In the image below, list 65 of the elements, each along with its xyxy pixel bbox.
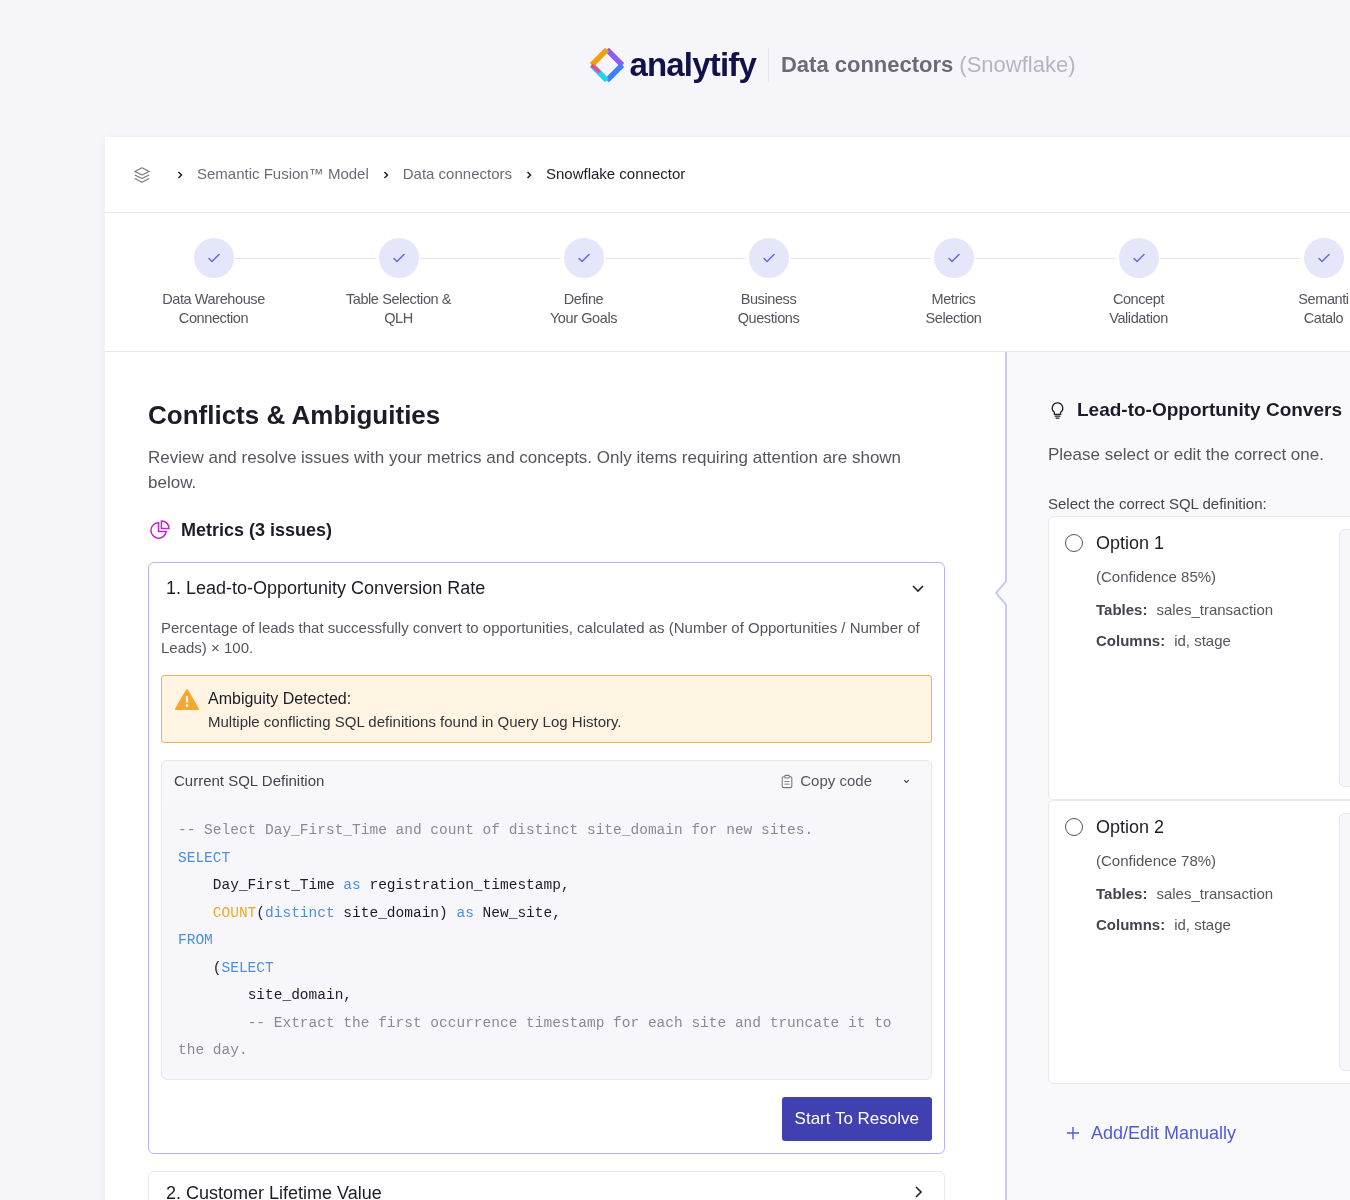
step-label: Your Goals — [549, 309, 618, 328]
page-title: Data connectors — [780, 51, 954, 79]
step-label: Questions — [737, 309, 800, 328]
code-line: FROM — [178, 931, 214, 950]
brand-name: analytify — [629, 44, 756, 85]
breadcrumb-link[interactable]: Semantic Fusion™ Model — [197, 163, 369, 186]
metric-title: 2. Customer Lifetime Value — [166, 1183, 382, 1200]
option-card[interactable]: Option 1 (Confidence 85%) Tables: sales_transaction Columns: id, stage — [1048, 515, 1350, 800]
section-description: Review and resolve issues with your metrics and concepts. Only items requiring attention are shown below. — [148, 447, 903, 494]
option-confidence: (Confidence 85%) — [1096, 566, 1218, 587]
step-label: Business — [740, 290, 797, 309]
step-label: Define — [563, 290, 604, 309]
field-value: sales_transaction — [1156, 884, 1274, 904]
logo-icon — [589, 46, 626, 83]
breadcrumb-link[interactable]: Snowflake connector — [546, 163, 686, 186]
step-label: Concept — [1112, 290, 1165, 309]
layers-icon — [133, 165, 151, 184]
step-label: Semanti — [1298, 290, 1349, 309]
option-title: Option 2 — [1096, 815, 1166, 839]
code-line: (SELECT — [211, 958, 275, 978]
code-line: site_domain, — [246, 986, 354, 1005]
section-title: Conflicts & Ambiguities — [148, 399, 442, 432]
add-edit-manually-button[interactable]: Add/Edit Manually — [1066, 1119, 1237, 1147]
start-to-resolve-button[interactable]: Start To Resolve — [781, 1096, 932, 1141]
warning-icon — [174, 688, 200, 712]
panel-hint: Please select or edit the correct one. — [1048, 443, 1325, 466]
code-line: -- Extract the first occurrence timestamp for each site and truncate it to the day. — [178, 1013, 893, 1060]
clipboard-icon — [780, 773, 795, 789]
option-title: Option 1 — [1096, 531, 1166, 555]
code-line: COUNT(distinct site_domain) as New_site, — [211, 903, 562, 923]
field-label: Tables: — [1096, 600, 1148, 620]
option-confidence: (Confidence 78%) — [1096, 850, 1218, 871]
chevron-right-icon — [524, 169, 534, 180]
code-line: SELECT — [178, 848, 232, 868]
copy-code-button[interactable]: Copy code — [780, 769, 872, 793]
step-label: Selection — [925, 309, 982, 328]
field-label: Tables: — [1096, 884, 1148, 904]
options-label: Select the correct SQL definition: — [1048, 494, 1268, 514]
field-value: sales_transaction — [1156, 600, 1274, 620]
panel-title: Lead-to-Opportunity Convers — [1077, 398, 1342, 422]
step-label: Data Warehouse — [162, 290, 265, 309]
alert-message: Multiple conflicting SQL definitions found in Query Log History. — [208, 712, 622, 732]
step-label: QLH — [384, 309, 413, 328]
field-label: Columns: — [1096, 630, 1166, 651]
alert-title: Ambiguity Detected: — [208, 689, 353, 709]
metric-description: Percentage of leads that successfully convert to opportunities, calculated as (Number of Opportunities / Number of Leads) × 100. — [161, 618, 921, 658]
page-subtitle: (Snowflake) — [959, 51, 1076, 79]
metrics-heading: Metrics (3 issues) — [181, 519, 333, 542]
field-label: Columns: — [1096, 914, 1166, 935]
step-label: Connection — [178, 309, 249, 328]
step-label: Validation — [1109, 309, 1168, 328]
step-label: Metrics — [931, 290, 976, 309]
step-label: Catalo — [1303, 309, 1344, 328]
code-line: Day_First_Time as registration_timestamp, — [211, 876, 571, 895]
code-line: -- Select Day_First_Time and count of distinct site_domain for new sites. — [178, 821, 815, 840]
pie-chart-icon — [148, 519, 171, 542]
breadcrumb-link[interactable]: Data connectors — [402, 163, 512, 186]
code-label: Current SQL Definition — [174, 770, 325, 791]
chevron-right-icon — [175, 169, 185, 180]
field-value: id, stage — [1174, 630, 1231, 651]
field-value: id, stage — [1174, 914, 1231, 935]
metric-title: 1. Lead-to-Opportunity Conversion Rate — [166, 578, 486, 598]
plus-icon — [1066, 1126, 1080, 1140]
step-label: Table Selection & — [345, 290, 452, 309]
option-card[interactable]: Option 2 (Confidence 78%) Tables: sales_transaction Columns: id, stage — [1048, 799, 1350, 1084]
